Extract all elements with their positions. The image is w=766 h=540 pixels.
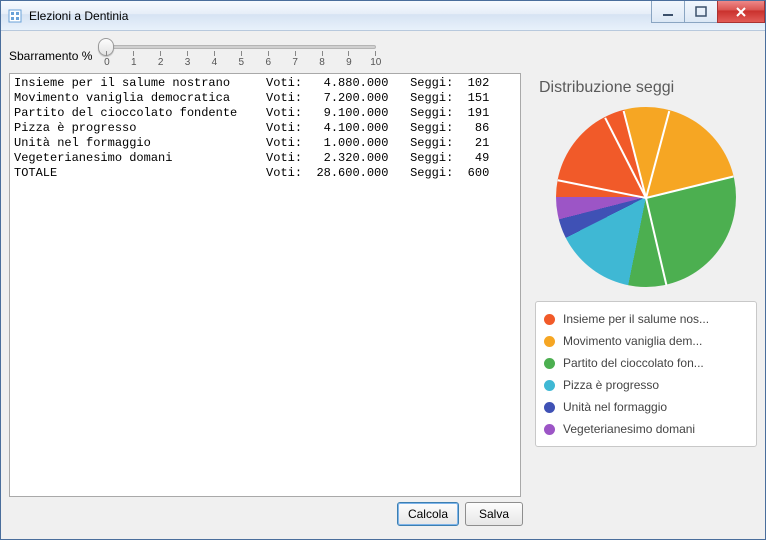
legend-swatch [544, 424, 555, 435]
slider-ticks: 012345678910 [106, 51, 376, 56]
legend-item: Partito del cioccolato fon... [544, 352, 748, 374]
legend-label: Partito del cioccolato fon... [563, 356, 704, 370]
titlebar[interactable]: Elezioni a Dentinia [1, 1, 765, 31]
legend-swatch [544, 314, 555, 325]
legend-label: Vegeterianesimo domani [563, 422, 695, 436]
minimize-button[interactable] [651, 1, 685, 23]
chart-legend: Insieme per il salume nos... Movimento va… [535, 301, 757, 447]
app-icon [7, 8, 23, 24]
legend-item: Pizza è progresso [544, 374, 748, 396]
window-title: Elezioni a Dentinia [29, 9, 652, 23]
results-textarea[interactable]: Insieme per il salume nostrano Voti: 4.8… [9, 73, 521, 497]
legend-swatch [544, 380, 555, 391]
button-row: Calcola Salva [9, 497, 757, 527]
legend-item: Unità nel formaggio [544, 396, 748, 418]
legend-label: Insieme per il salume nos... [563, 312, 709, 326]
legend-item: Vegeterianesimo domani [544, 418, 748, 440]
app-window: Elezioni a Dentinia Sbarramento % 012345… [0, 0, 766, 540]
calculate-button[interactable]: Calcola [397, 502, 459, 526]
window-controls [652, 1, 765, 30]
close-button[interactable] [717, 1, 765, 23]
client-area: Sbarramento % 012345678910 Insieme per i… [1, 31, 765, 539]
slider-track [106, 45, 376, 49]
calculate-label: Calcola [408, 507, 448, 521]
legend-item: Insieme per il salume nos... [544, 308, 748, 330]
legend-label: Unità nel formaggio [563, 400, 667, 414]
chart-title: Distribuzione seggi [539, 79, 757, 97]
main-columns: Insieme per il salume nostrano Voti: 4.8… [9, 73, 757, 497]
legend-swatch [544, 336, 555, 347]
legend-item: Movimento vaniglia dem... [544, 330, 748, 352]
chart-pane: Distribuzione seggi Insieme per il salum… [535, 73, 757, 497]
threshold-slider[interactable]: 012345678910 [96, 35, 386, 71]
save-button[interactable]: Salva [465, 502, 523, 526]
legend-swatch [544, 358, 555, 369]
legend-swatch [544, 402, 555, 413]
legend-label: Movimento vaniglia dem... [563, 334, 702, 348]
save-label: Salva [479, 507, 509, 521]
pie-chart [556, 107, 736, 287]
threshold-label: Sbarramento % [9, 35, 96, 63]
threshold-row: Sbarramento % 012345678910 [9, 35, 757, 73]
legend-label: Pizza è progresso [563, 378, 659, 392]
maximize-button[interactable] [684, 1, 718, 23]
